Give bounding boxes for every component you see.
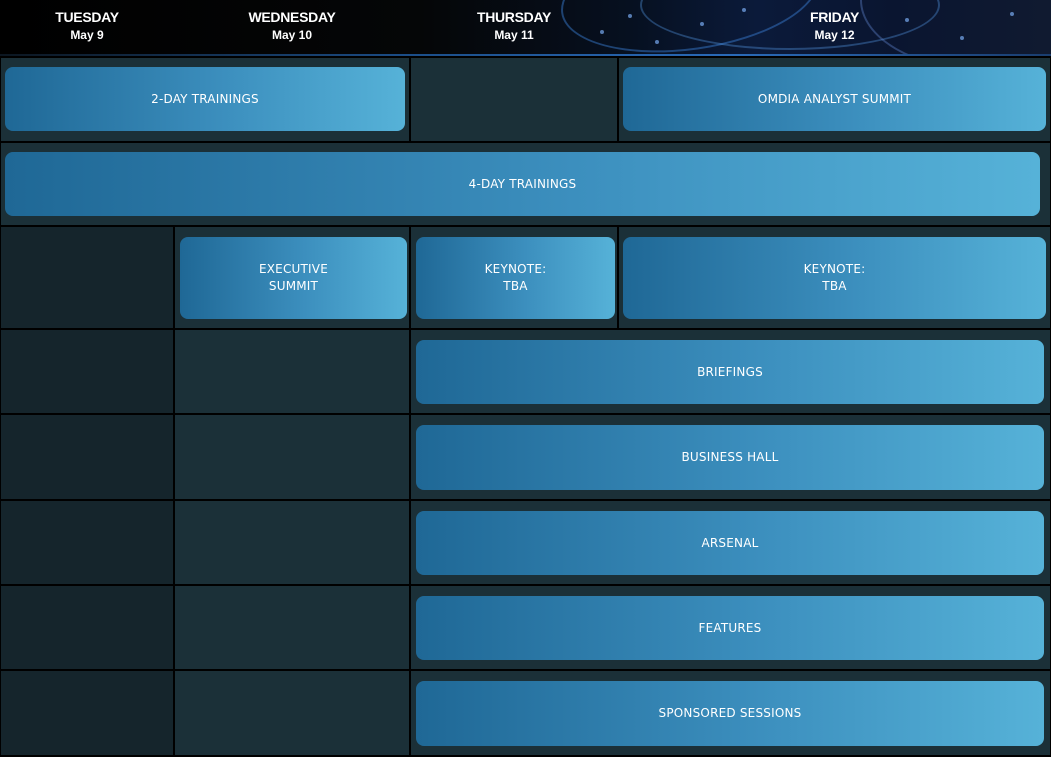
event-four-day-trainings[interactable]: 4-DAY TRAININGS xyxy=(5,152,1040,216)
event-keynote-friday[interactable]: KEYNOTE: TBA xyxy=(623,237,1046,319)
grid-cell xyxy=(1,501,173,584)
event-label: EXECUTIVE SUMMIT xyxy=(258,262,328,293)
day-name: FRIDAY xyxy=(809,9,860,25)
day-name: THURSDAY xyxy=(476,9,552,25)
event-label: 2-DAY TRAININGS xyxy=(151,91,259,106)
event-label: SPONSORED SESSIONS xyxy=(658,706,802,720)
grid-cell xyxy=(1,330,173,413)
event-omdia-analyst-summit[interactable]: OMDIA ANALYST SUMMIT xyxy=(623,67,1046,131)
day-header-friday: FRIDAY May 12 xyxy=(618,0,1051,54)
day-date: May 11 xyxy=(494,28,534,42)
day-header-wednesday: WEDNESDAY May 10 xyxy=(174,0,410,54)
event-label: FEATURES xyxy=(698,620,762,635)
schedule-grid: 2-DAY TRAININGS OMDIA ANALYST SUMMIT 4-D… xyxy=(0,56,1051,757)
grid-cell xyxy=(175,330,409,413)
event-label: BRIEFINGS xyxy=(697,364,763,379)
event-label: KEYNOTE: TBA xyxy=(484,262,547,293)
event-briefings[interactable]: BRIEFINGS xyxy=(416,340,1044,404)
day-name: TUESDAY xyxy=(55,9,119,25)
event-two-day-trainings[interactable]: 2-DAY TRAININGS xyxy=(5,67,405,131)
day-name: WEDNESDAY xyxy=(248,9,336,25)
event-label: BUSINESS HALL xyxy=(681,450,779,464)
grid-cell xyxy=(1,586,173,669)
day-header-tuesday: TUESDAY May 9 xyxy=(0,0,174,54)
grid-cell xyxy=(175,671,409,755)
event-features[interactable]: FEATURES xyxy=(416,596,1044,660)
schedule-header: TUESDAY May 9 WEDNESDAY May 10 THURSDAY … xyxy=(0,0,1051,56)
grid-cell xyxy=(175,501,409,584)
event-executive-summit[interactable]: EXECUTIVE SUMMIT xyxy=(180,237,407,319)
day-date: May 10 xyxy=(271,28,313,42)
day-date: May 9 xyxy=(70,28,104,42)
grid-cell xyxy=(1,671,173,755)
event-business-hall[interactable]: BUSINESS HALL xyxy=(416,425,1044,490)
grid-cell xyxy=(1,227,173,328)
day-date: May 12 xyxy=(814,28,855,42)
event-label: KEYNOTE: TBA xyxy=(803,262,866,293)
day-header-thursday: THURSDAY May 11 xyxy=(410,0,618,54)
event-arsenal[interactable]: ARSENAL xyxy=(416,511,1044,575)
grid-cell xyxy=(175,586,409,669)
event-keynote-thursday[interactable]: KEYNOTE: TBA xyxy=(416,237,615,319)
event-label: 4-DAY TRAININGS xyxy=(468,176,577,191)
event-label: OMDIA ANALYST SUMMIT xyxy=(757,91,912,106)
grid-cell xyxy=(175,415,409,499)
grid-cell xyxy=(411,58,617,141)
event-label: ARSENAL xyxy=(701,535,759,550)
event-sponsored-sessions[interactable]: SPONSORED SESSIONS xyxy=(416,681,1044,746)
grid-cell xyxy=(1,415,173,499)
